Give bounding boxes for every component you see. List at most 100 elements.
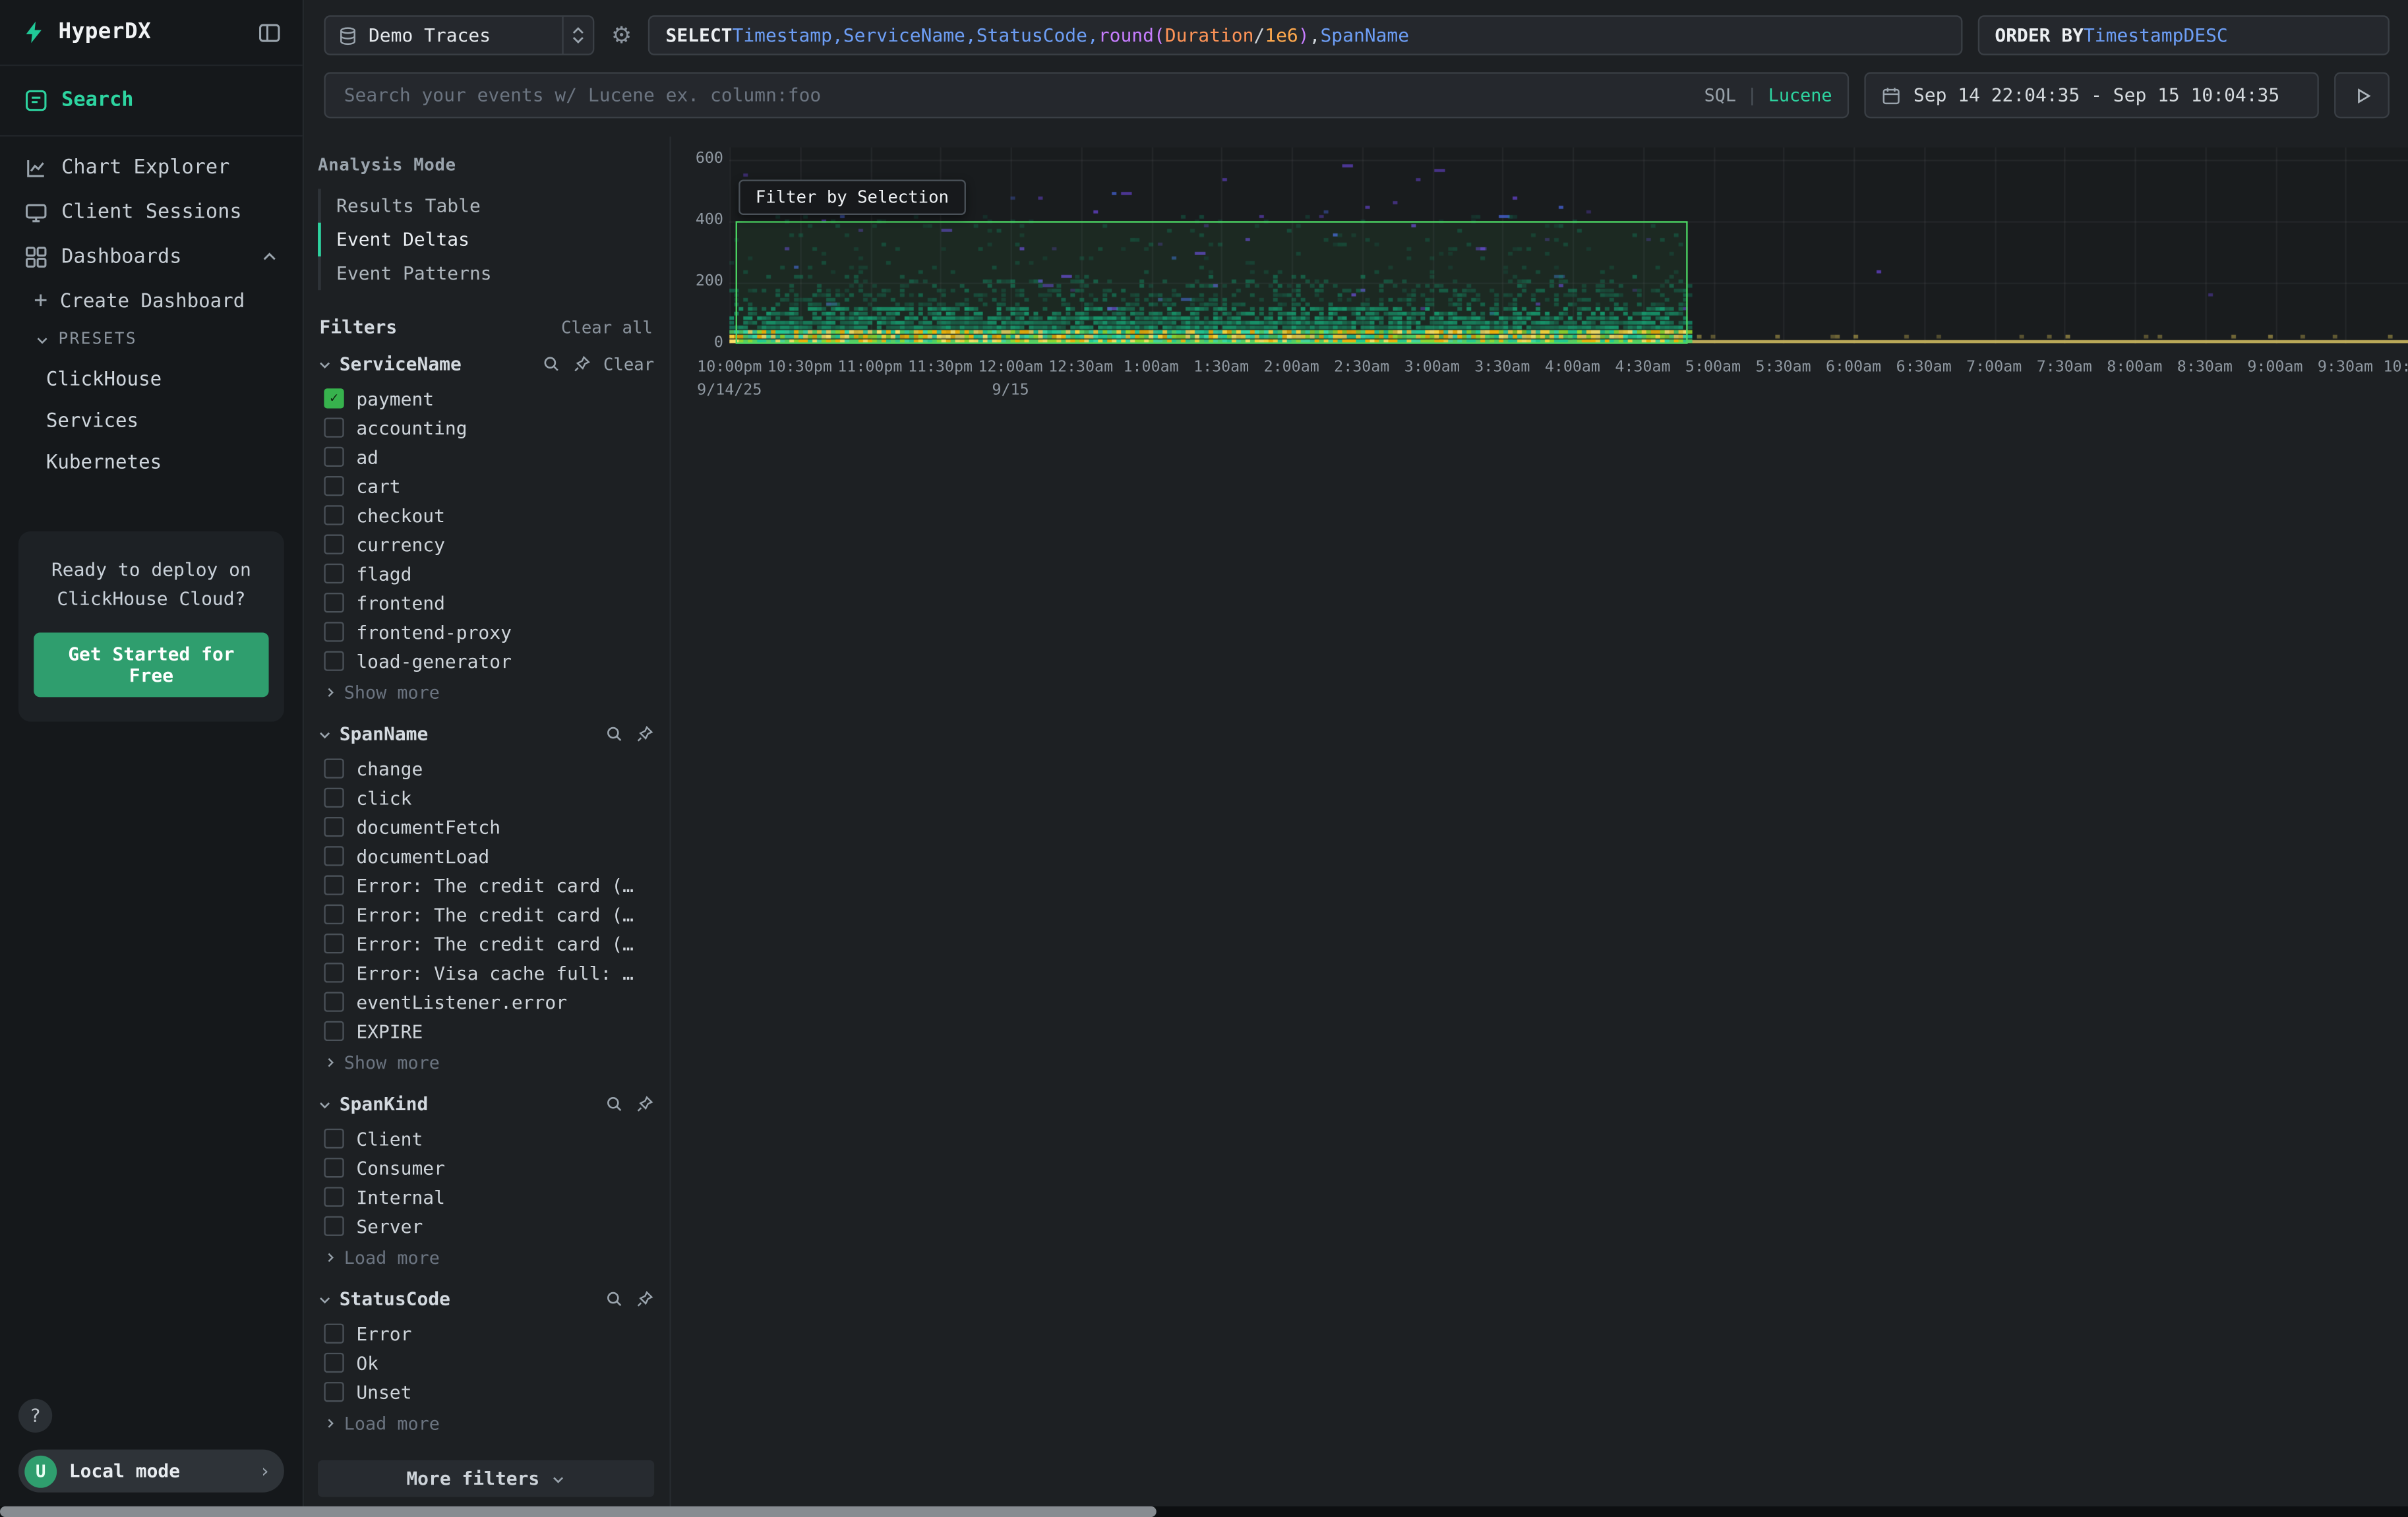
horizontal-scrollbar-thumb[interactable] bbox=[0, 1506, 1156, 1517]
tab-event-deltas[interactable]: Event Deltas bbox=[318, 223, 654, 256]
checkbox[interactable] bbox=[324, 846, 344, 866]
clear-all-filters-link[interactable]: Clear all bbox=[561, 317, 653, 337]
chevron-down-icon[interactable] bbox=[318, 357, 332, 371]
chart-selection[interactable] bbox=[736, 221, 1688, 343]
presets-section-toggle[interactable]: PRESETS bbox=[0, 321, 303, 358]
date-range-picker[interactable]: Sep 14 22:04:35 - Sep 15 10:04:35 bbox=[1864, 72, 2318, 118]
facet-item[interactable]: load-generator bbox=[318, 647, 654, 676]
checkbox[interactable] bbox=[324, 505, 344, 525]
checkbox[interactable] bbox=[324, 622, 344, 641]
facet-item[interactable]: Consumer bbox=[318, 1153, 654, 1182]
source-settings-gear-icon[interactable]: ⚙ bbox=[610, 22, 634, 49]
checkbox[interactable] bbox=[324, 788, 344, 808]
checkbox[interactable] bbox=[324, 593, 344, 612]
facet-item[interactable]: change bbox=[318, 754, 654, 783]
source-select[interactable]: Demo Traces bbox=[324, 15, 594, 55]
facet-item[interactable]: frontend-proxy bbox=[318, 617, 654, 646]
checkbox[interactable] bbox=[324, 1353, 344, 1373]
facet-item[interactable]: Server bbox=[318, 1212, 654, 1241]
checkbox[interactable] bbox=[324, 1324, 344, 1344]
checkbox[interactable] bbox=[324, 1382, 344, 1402]
more-filters-button[interactable]: More filters bbox=[318, 1460, 654, 1497]
facet-item[interactable]: checkout bbox=[318, 500, 654, 529]
user-menu[interactable]: U Local mode › bbox=[18, 1450, 284, 1493]
facet-item[interactable]: cart bbox=[318, 471, 654, 500]
search-input[interactable] bbox=[341, 83, 1692, 107]
facet-clear-link[interactable]: Clear bbox=[603, 354, 654, 374]
facet-more-link[interactable]: Load more bbox=[318, 1241, 654, 1268]
facet-search-icon[interactable] bbox=[605, 1095, 624, 1114]
filter-by-selection-button[interactable]: Filter by Selection bbox=[738, 179, 965, 215]
collapse-sidebar-icon[interactable] bbox=[258, 20, 281, 44]
chevron-down-icon[interactable] bbox=[318, 1292, 332, 1306]
tab-results-table[interactable]: Results Table bbox=[318, 189, 654, 222]
sidebar-item-search[interactable]: Search bbox=[0, 65, 303, 136]
checkbox[interactable] bbox=[324, 651, 344, 670]
run-query-button[interactable] bbox=[2334, 72, 2390, 118]
chevron-down-icon[interactable] bbox=[318, 1097, 332, 1111]
sidebar-item-dashboards[interactable]: Dashboards bbox=[0, 235, 303, 280]
facet-more-link[interactable]: Load more bbox=[318, 1406, 654, 1434]
facet-item[interactable]: Error: Visa cache full: … bbox=[318, 958, 654, 987]
facet-item[interactable]: Error: The credit card (… bbox=[318, 900, 654, 929]
checkbox[interactable] bbox=[324, 905, 344, 924]
facet-item[interactable]: Error bbox=[318, 1319, 654, 1348]
preset-item-services[interactable]: Services bbox=[0, 400, 303, 441]
facet-item[interactable]: ad bbox=[318, 442, 654, 471]
lucene-mode-toggle[interactable]: Lucene bbox=[1768, 84, 1832, 106]
facet-item[interactable]: currency bbox=[318, 530, 654, 559]
sidebar-item-client-sessions[interactable]: Client Sessions bbox=[0, 191, 303, 235]
facet-item[interactable]: Client bbox=[318, 1124, 654, 1153]
facet-item[interactable]: documentFetch bbox=[318, 812, 654, 841]
facet-pin-icon[interactable] bbox=[572, 355, 591, 373]
facet-search-icon[interactable] bbox=[605, 725, 624, 743]
checkbox[interactable] bbox=[324, 817, 344, 837]
preset-item-kubernetes[interactable]: Kubernetes bbox=[0, 440, 303, 482]
checkbox[interactable] bbox=[324, 1187, 344, 1206]
facet-search-icon[interactable] bbox=[605, 1290, 624, 1308]
get-started-button[interactable]: Get Started for Free bbox=[34, 633, 268, 698]
facet-item[interactable]: Internal bbox=[318, 1182, 654, 1211]
preset-item-clickhouse[interactable]: ClickHouse bbox=[0, 358, 303, 400]
facet-item[interactable]: flagd bbox=[318, 559, 654, 588]
checkbox[interactable] bbox=[324, 476, 344, 496]
facet-item[interactable]: payment bbox=[318, 384, 654, 413]
sql-mode-toggle[interactable]: SQL bbox=[1704, 84, 1736, 106]
facet-item[interactable]: click bbox=[318, 783, 654, 812]
checkbox[interactable] bbox=[324, 564, 344, 583]
checkbox[interactable] bbox=[324, 1158, 344, 1177]
create-dashboard-button[interactable]: Create Dashboard bbox=[0, 280, 303, 321]
checkbox[interactable] bbox=[324, 1216, 344, 1236]
checkbox[interactable] bbox=[324, 534, 344, 554]
checkbox[interactable] bbox=[324, 388, 344, 408]
facet-item[interactable]: frontend bbox=[318, 588, 654, 617]
checkbox[interactable] bbox=[324, 876, 344, 895]
facet-more-link[interactable]: Show more bbox=[318, 676, 654, 703]
facet-item[interactable]: Ok bbox=[318, 1348, 654, 1377]
checkbox[interactable] bbox=[324, 963, 344, 982]
tab-event-patterns[interactable]: Event Patterns bbox=[318, 256, 654, 290]
facet-search-icon[interactable] bbox=[542, 355, 560, 373]
order-by-input[interactable]: ORDER BY Timestamp DESC bbox=[1978, 15, 2390, 55]
help-button[interactable]: ? bbox=[18, 1399, 52, 1433]
checkbox[interactable] bbox=[324, 992, 344, 1012]
chevron-down-icon[interactable] bbox=[318, 727, 332, 741]
checkbox[interactable] bbox=[324, 934, 344, 953]
select-clause-input[interactable]: SELECT Timestamp, ServiceName, StatusCod… bbox=[649, 15, 1963, 55]
facet-pin-icon[interactable] bbox=[636, 725, 654, 743]
checkbox[interactable] bbox=[324, 1021, 344, 1041]
facet-item[interactable]: Unset bbox=[318, 1377, 654, 1406]
facet-pin-icon[interactable] bbox=[636, 1095, 654, 1114]
checkbox[interactable] bbox=[324, 447, 344, 467]
sidebar-item-chart-explorer[interactable]: Chart Explorer bbox=[0, 146, 303, 191]
facet-item[interactable]: documentLoad bbox=[318, 841, 654, 870]
checkbox[interactable] bbox=[324, 759, 344, 779]
checkbox[interactable] bbox=[324, 417, 344, 437]
facet-pin-icon[interactable] bbox=[636, 1290, 654, 1308]
facet-item[interactable]: Error: The credit card (… bbox=[318, 929, 654, 958]
facet-more-link[interactable]: Show more bbox=[318, 1046, 654, 1073]
facet-item[interactable]: accounting bbox=[318, 413, 654, 442]
facet-item[interactable]: EXPIRE bbox=[318, 1017, 654, 1046]
checkbox[interactable] bbox=[324, 1129, 344, 1148]
facet-item[interactable]: Error: The credit card (… bbox=[318, 871, 654, 900]
